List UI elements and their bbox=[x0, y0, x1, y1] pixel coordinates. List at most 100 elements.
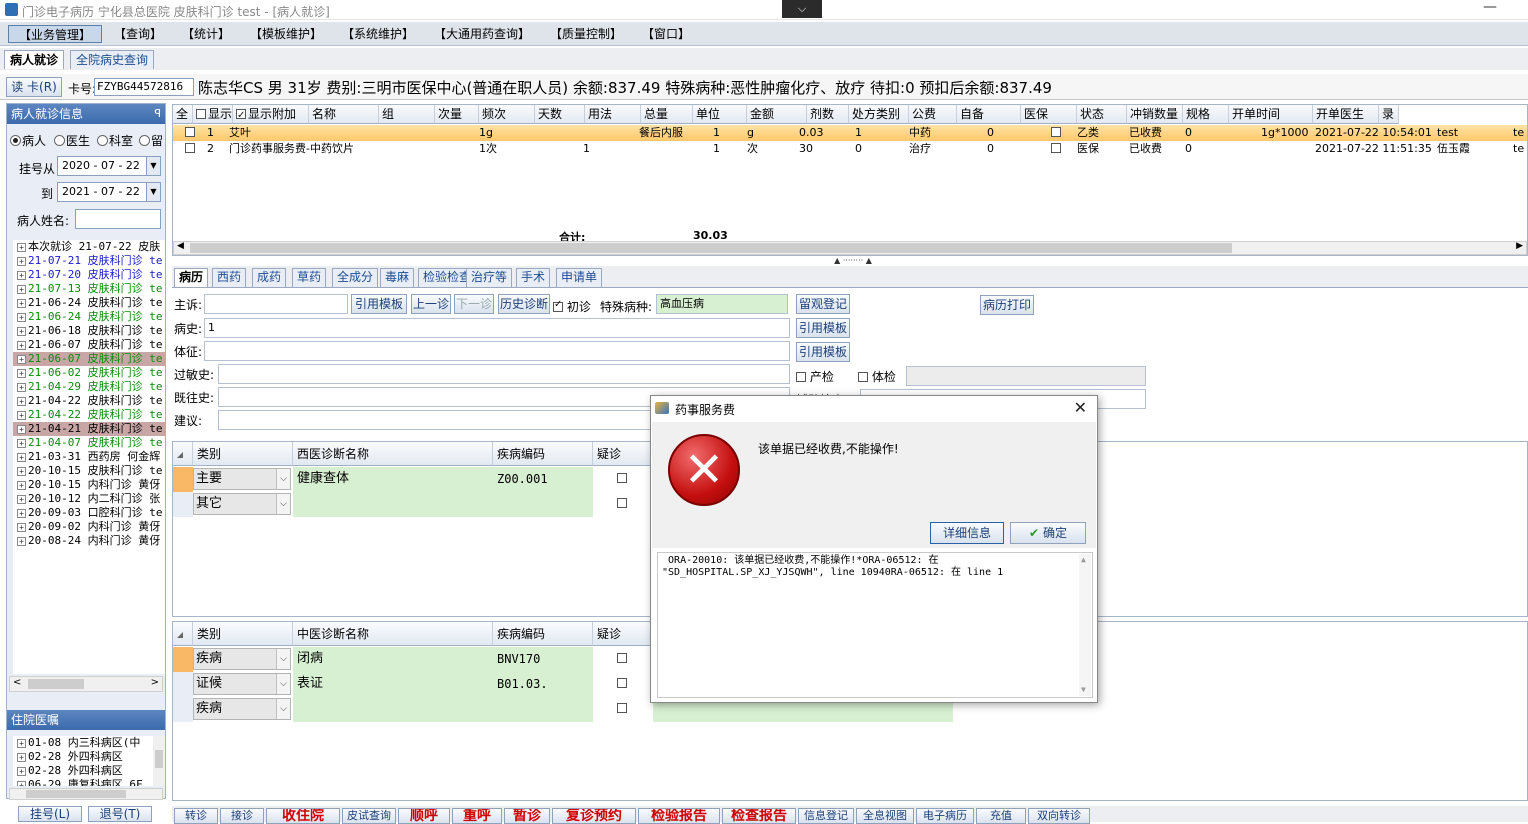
tab-history-query[interactable]: 全院病史查询 bbox=[70, 50, 155, 69]
tab-record-0[interactable]: 病历 bbox=[174, 268, 209, 287]
radio-observation[interactable]: 留 bbox=[139, 132, 163, 149]
pin-icon[interactable]: ꟼ bbox=[154, 104, 161, 124]
patient-name-input[interactable] bbox=[75, 209, 161, 229]
chevron-down-icon[interactable]: ⌵ bbox=[782, 0, 822, 18]
next-visit-button[interactable]: 下一诊 bbox=[454, 294, 494, 314]
expand-icon[interactable]: + bbox=[17, 257, 26, 266]
list-item[interactable]: +21-07-21 皮肤科门诊 te bbox=[13, 254, 165, 268]
expand-icon[interactable]: + bbox=[17, 369, 26, 378]
expand-icon[interactable]: + bbox=[17, 523, 26, 532]
list-item[interactable]: +21-06-24 皮肤科门诊 te bbox=[13, 310, 165, 324]
reg-from-date[interactable]: 2020 - 07 - 22 ▼ bbox=[57, 156, 161, 176]
expand-icon[interactable]: + bbox=[17, 481, 26, 490]
suspect-checkbox[interactable] bbox=[593, 697, 653, 722]
diagnosis-name-cell[interactable]: 健康查体 bbox=[293, 467, 493, 492]
list-item[interactable]: +21-03-31 西药房 何金辉 bbox=[13, 450, 165, 464]
suspect-checkbox[interactable] bbox=[593, 647, 653, 672]
radio-doctor[interactable]: 医生 bbox=[54, 132, 90, 149]
expand-icon[interactable]: + bbox=[17, 439, 26, 448]
expand-icon[interactable]: + bbox=[17, 341, 26, 350]
expand-icon[interactable]: + bbox=[17, 425, 26, 434]
radio-patient[interactable]: 病人 bbox=[10, 132, 46, 149]
menu-quality[interactable]: 【质量控制】 bbox=[540, 25, 632, 43]
expand-icon[interactable]: + bbox=[17, 467, 26, 476]
expand-icon[interactable]: + bbox=[17, 285, 26, 294]
row-checkbox[interactable] bbox=[1051, 125, 1061, 141]
menu-business[interactable]: 【业务管理】 bbox=[8, 25, 103, 43]
list-item[interactable]: +21-07-13 皮肤科门诊 te bbox=[13, 282, 165, 296]
list-item[interactable]: +20-10-12 内二科门诊 张 bbox=[13, 492, 165, 506]
list-item[interactable]: +20-10-15 皮肤科门诊 te bbox=[13, 464, 165, 478]
expand-icon[interactable]: + bbox=[17, 243, 26, 252]
read-card-button[interactable]: 读 卡(R) bbox=[6, 77, 62, 97]
history-diagnosis-button[interactable]: 历史诊断 bbox=[498, 294, 550, 314]
tab-record-1[interactable]: 西药 bbox=[212, 268, 247, 287]
list-item[interactable]: +21-07-20 皮肤科门诊 te bbox=[13, 268, 165, 282]
list-item[interactable]: +21-06-07 皮肤科门诊 te bbox=[13, 338, 165, 352]
inpatient-hscrollbar[interactable] bbox=[9, 788, 163, 800]
suspect-checkbox[interactable] bbox=[593, 672, 653, 697]
prenatal-checkbox[interactable]: 产检 bbox=[796, 368, 834, 385]
expand-icon[interactable]: + bbox=[17, 271, 26, 280]
menu-stats[interactable]: 【统计】 bbox=[172, 25, 240, 43]
rx-hscrollbar[interactable]: ◀ ▶ bbox=[173, 241, 1527, 255]
expand-icon[interactable]: + bbox=[17, 411, 26, 420]
expand-icon[interactable]: + bbox=[17, 509, 26, 518]
expand-icon[interactable]: + bbox=[17, 299, 26, 308]
expand-icon[interactable]: + bbox=[17, 537, 26, 546]
close-icon[interactable]: ✕ bbox=[1074, 398, 1087, 417]
list-item[interactable]: +20-08-24 内科门诊 黄伢 bbox=[13, 534, 165, 548]
list-item[interactable]: +20-09-03 口腔科门诊 te bbox=[13, 506, 165, 520]
list-item[interactable]: +21-04-21 皮肤科门诊 te bbox=[13, 422, 165, 436]
minimize-button[interactable]: — bbox=[1480, 0, 1500, 16]
expand-icon[interactable]: + bbox=[17, 495, 26, 504]
diagnosis-name-cell[interactable]: 表证 bbox=[293, 672, 493, 697]
splitter-handle[interactable]: ▲ ········ ▲ bbox=[818, 257, 888, 265]
record-print-button[interactable]: 病历打印 bbox=[980, 295, 1034, 315]
row-checkbox[interactable] bbox=[1051, 141, 1061, 157]
template-button-2[interactable]: 引用模板 bbox=[796, 318, 850, 338]
physical-field[interactable] bbox=[906, 366, 1146, 386]
menu-window[interactable]: 【窗口】 bbox=[632, 25, 700, 43]
row-selector[interactable] bbox=[173, 492, 193, 517]
tab-record-2[interactable]: 成药 bbox=[252, 268, 287, 287]
expand-icon[interactable]: + bbox=[17, 383, 26, 392]
row-selector[interactable] bbox=[173, 647, 193, 672]
row-checkbox[interactable] bbox=[185, 141, 195, 157]
tab-record-4[interactable]: 全成分 bbox=[332, 268, 379, 287]
list-item[interactable]: +21-06-07 皮肤科门诊 te bbox=[13, 352, 165, 366]
first-visit-checkbox[interactable]: 初诊 bbox=[553, 298, 591, 315]
register-button[interactable]: 挂号(L) bbox=[18, 806, 82, 822]
history-field[interactable]: 1 bbox=[204, 318, 790, 338]
list-item[interactable]: +21-04-07 皮肤科门诊 te bbox=[13, 436, 165, 450]
unregister-button[interactable]: 退号(T) bbox=[88, 806, 152, 822]
diagnosis-type-combo[interactable]: 疾病 ⌵ bbox=[193, 698, 291, 720]
menu-template[interactable]: 【模板维护】 bbox=[240, 25, 332, 43]
template-button-3[interactable]: 引用模板 bbox=[796, 342, 850, 362]
complaint-field[interactable] bbox=[204, 294, 348, 314]
diagnosis-name-cell[interactable] bbox=[293, 492, 493, 517]
row-selector[interactable] bbox=[173, 467, 193, 492]
column-header[interactable]: 显示所有 bbox=[193, 105, 233, 124]
list-item[interactable]: +21-06-18 皮肤科门诊 te bbox=[13, 324, 165, 338]
expand-icon[interactable]: + bbox=[17, 767, 26, 776]
prev-visit-button[interactable]: 上一诊 bbox=[411, 294, 451, 314]
expand-icon[interactable]: + bbox=[17, 397, 26, 406]
list-item[interactable]: +21-04-22 皮肤科门诊 te bbox=[13, 394, 165, 408]
tab-record-7[interactable]: 治疗等 bbox=[466, 268, 513, 287]
inpatient-vscrollbar[interactable] bbox=[153, 736, 165, 786]
template-button[interactable]: 引用模板 bbox=[351, 294, 407, 314]
expand-icon[interactable]: + bbox=[17, 453, 26, 462]
detail-button[interactable]: 详细信息 bbox=[930, 522, 1004, 544]
visit-hscrollbar[interactable]: < > bbox=[9, 676, 163, 692]
tab-record-8[interactable]: 手术 bbox=[516, 268, 551, 287]
diagnosis-type-combo[interactable]: 疾病 ⌵ bbox=[193, 648, 291, 670]
menu-system[interactable]: 【系统维护】 bbox=[332, 25, 424, 43]
row-selector[interactable] bbox=[173, 697, 193, 722]
list-item[interactable]: +20-09-02 内科门诊 黄伢 bbox=[13, 520, 165, 534]
list-item[interactable]: + 本次就诊 21-07-22 皮肤 bbox=[13, 240, 165, 254]
physical-checkbox[interactable]: 体检 bbox=[858, 368, 896, 385]
list-item[interactable]: +21-06-02 皮肤科门诊 te bbox=[13, 366, 165, 380]
tab-record-9[interactable]: 申请单 bbox=[556, 268, 603, 287]
diagnosis-type-combo[interactable]: 其它 ⌵ bbox=[193, 493, 291, 515]
